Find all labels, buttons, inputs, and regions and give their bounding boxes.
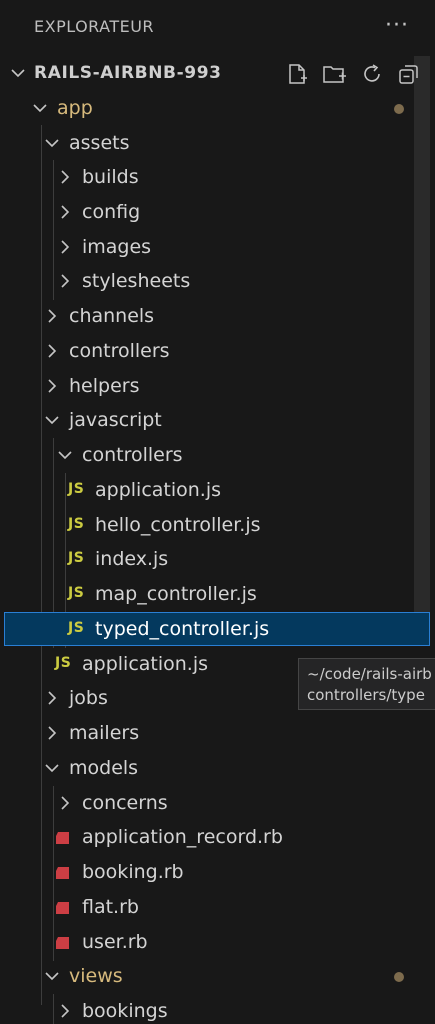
- file-flat-rb[interactable]: flat.rb: [0, 890, 435, 924]
- folder-channels[interactable]: channels: [0, 299, 435, 333]
- folder-js-controllers[interactable]: controllers: [0, 438, 435, 472]
- chevron-down-icon: [44, 126, 60, 160]
- file-label: index.js: [95, 548, 169, 570]
- file-hello-controller-js[interactable]: JS hello_controller.js: [0, 508, 435, 542]
- new-file-icon[interactable]: [285, 62, 309, 90]
- tooltip-line: ~/code/rails-airb: [307, 665, 432, 683]
- chevron-right-icon: [44, 716, 60, 750]
- folder-stylesheets[interactable]: stylesheets: [0, 264, 435, 298]
- file-map-controller-js[interactable]: JS map_controller.js: [0, 577, 435, 611]
- file-label: application_record.rb: [82, 826, 283, 848]
- chevron-right-icon: [44, 299, 60, 333]
- file-label: hello_controller.js: [95, 514, 261, 536]
- tooltip-line: controllers/type: [307, 686, 425, 704]
- folder-images[interactable]: images: [0, 230, 435, 264]
- root-folder-label: RAILS-AIRBNB-993: [34, 63, 222, 83]
- folder-label: builds: [82, 166, 139, 188]
- folder-bookings[interactable]: bookings: [0, 994, 435, 1024]
- folder-label: concerns: [82, 792, 168, 814]
- modified-dot: [394, 972, 404, 982]
- refresh-icon[interactable]: [360, 62, 384, 90]
- chevron-down-icon: [57, 438, 73, 472]
- explorer-title: EXPLORATEUR: [34, 17, 155, 36]
- file-label: flat.rb: [82, 896, 139, 918]
- javascript-file-icon: JS: [68, 516, 85, 532]
- chevron-right-icon: [44, 334, 60, 368]
- file-label: map_controller.js: [95, 583, 257, 605]
- folder-label: app: [57, 97, 93, 119]
- chevron-right-icon: [57, 994, 73, 1024]
- ruby-file-icon: [55, 865, 70, 880]
- more-actions-icon[interactable]: ···: [385, 13, 409, 38]
- chevron-right-icon: [57, 786, 73, 820]
- folder-config[interactable]: config: [0, 195, 435, 229]
- chevron-down-icon: [44, 751, 60, 785]
- ruby-file-icon: [55, 830, 70, 845]
- javascript-file-icon: JS: [68, 550, 85, 566]
- folder-label: controllers: [69, 340, 170, 362]
- ruby-file-icon: [55, 935, 70, 950]
- chevron-right-icon: [57, 160, 73, 194]
- folder-label: views: [69, 965, 123, 987]
- folder-label: bookings: [82, 1000, 168, 1022]
- path-tooltip: ~/code/rails-airb controllers/type: [298, 658, 435, 710]
- folder-builds[interactable]: builds: [0, 160, 435, 194]
- folder-helpers[interactable]: helpers: [0, 369, 435, 403]
- folder-models[interactable]: models: [0, 751, 435, 785]
- chevron-down-icon: [44, 959, 60, 993]
- file-label: typed_controller.js: [95, 618, 270, 640]
- folder-label: javascript: [69, 409, 162, 431]
- file-user-rb[interactable]: user.rb: [0, 925, 435, 959]
- folder-label: config: [82, 201, 141, 223]
- folder-label: mailers: [69, 722, 140, 744]
- tree-root-folder[interactable]: RAILS-AIRBNB-993: [0, 56, 435, 90]
- chevron-right-icon: [44, 681, 60, 715]
- chevron-down-icon: [44, 403, 60, 437]
- javascript-file-icon: JS: [68, 585, 85, 601]
- explorer-header: EXPLORATEUR ···: [0, 0, 435, 56]
- file-index-js[interactable]: JS index.js: [0, 542, 435, 576]
- folder-label: controllers: [82, 444, 183, 466]
- file-booking-rb[interactable]: booking.rb: [0, 855, 435, 889]
- file-label: booking.rb: [82, 861, 184, 883]
- folder-label: stylesheets: [82, 270, 191, 292]
- folder-views[interactable]: views: [0, 959, 435, 993]
- file-application-js[interactable]: JS application.js: [0, 473, 435, 507]
- new-folder-icon[interactable]: [322, 62, 348, 90]
- folder-controllers[interactable]: controllers: [0, 334, 435, 368]
- chevron-right-icon: [57, 264, 73, 298]
- chevron-right-icon: [44, 369, 60, 403]
- file-application-record-rb[interactable]: application_record.rb: [0, 820, 435, 854]
- folder-mailers[interactable]: mailers: [0, 716, 435, 750]
- chevron-down-icon: [10, 56, 26, 90]
- file-typed-controller-js[interactable]: JS typed_controller.js: [4, 612, 430, 646]
- file-label: user.rb: [82, 931, 148, 953]
- chevron-down-icon: [32, 91, 48, 125]
- ruby-file-icon: [55, 900, 70, 915]
- javascript-file-icon: JS: [68, 481, 85, 497]
- folder-app[interactable]: app: [0, 91, 435, 125]
- javascript-file-icon: JS: [68, 620, 85, 636]
- folder-concerns[interactable]: concerns: [0, 786, 435, 820]
- javascript-file-icon: JS: [55, 655, 72, 671]
- folder-label: helpers: [69, 375, 140, 397]
- folder-assets[interactable]: assets: [0, 126, 435, 160]
- chevron-right-icon: [57, 195, 73, 229]
- folder-label: channels: [69, 305, 155, 327]
- folder-label: images: [82, 236, 152, 258]
- folder-label: jobs: [69, 687, 108, 709]
- folder-label: models: [69, 757, 139, 779]
- chevron-right-icon: [57, 230, 73, 264]
- file-label: application.js: [95, 479, 222, 501]
- folder-label: assets: [69, 132, 130, 154]
- file-label: application.js: [82, 653, 209, 675]
- collapse-all-icon[interactable]: [397, 62, 421, 90]
- folder-javascript[interactable]: javascript: [0, 403, 435, 437]
- modified-dot: [394, 104, 404, 114]
